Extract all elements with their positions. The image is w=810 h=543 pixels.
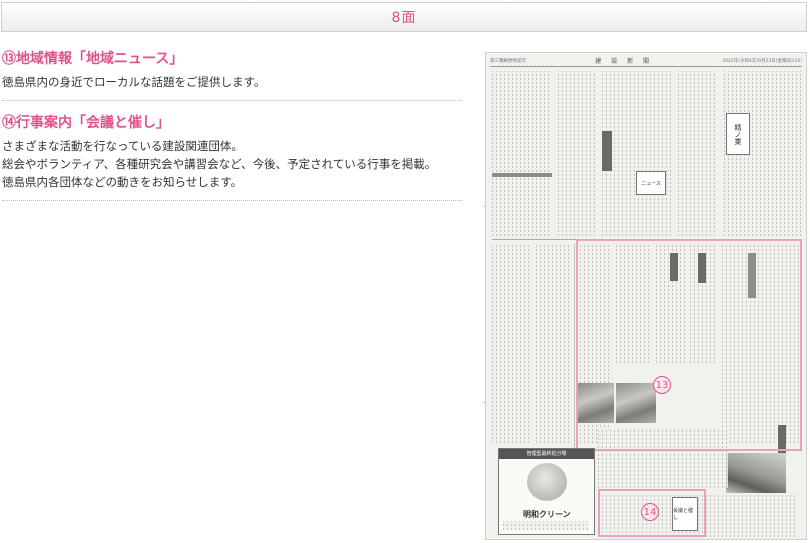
page-header-title: 8面 bbox=[391, 10, 417, 26]
section-text-line: 総会やボランティア、各種研究会や講習会など、今後、予定されている行事を掲載。 bbox=[2, 157, 437, 171]
article-text-block bbox=[492, 71, 552, 236]
article-text-block bbox=[602, 71, 672, 236]
news-photo bbox=[726, 453, 786, 493]
callout-14-badge: 14 bbox=[641, 503, 659, 521]
dotted-divider bbox=[2, 100, 462, 101]
masthead-left-text: 第三種郵便物認可 bbox=[490, 58, 526, 64]
section-regional-news: ⑬地域情報「地域ニュース」 徳島県内の身近でローカルな話題をご提供します。 bbox=[2, 50, 462, 91]
ad-mascot-icon bbox=[527, 463, 567, 501]
ad-contact-text bbox=[503, 521, 588, 530]
headline-bar bbox=[492, 173, 552, 177]
callout-13-badge: 13 bbox=[653, 376, 671, 394]
section-text-line: 徳島県内各団体などの動きをお知らせします。 bbox=[2, 175, 243, 189]
headline-bar bbox=[602, 131, 612, 171]
dotted-divider bbox=[2, 200, 462, 201]
masthead-name: 建 設 新 聞 bbox=[595, 58, 654, 65]
ad-heading: 管理型最終処分場 bbox=[499, 449, 594, 459]
section-title: ⑭行事案内「会議と催し」 bbox=[2, 115, 170, 131]
article-text-block bbox=[536, 243, 572, 443]
masthead-date: 2022年(令和4年)9月23日(金曜日)(10) bbox=[722, 58, 802, 64]
masthead-rule bbox=[490, 66, 802, 67]
highlight-regional-news bbox=[576, 239, 802, 451]
section-text-line: 徳島県内の身近でローカルな話題をご提供します。 bbox=[2, 75, 266, 89]
newspaper-page-thumbnail: 第三種郵便物認可 建 設 新 聞 2022年(令和4年)9月23日(金曜日)(1… bbox=[485, 52, 807, 540]
section-title: ⑬地域情報「地域ニュース」 bbox=[2, 51, 184, 67]
section-event-guide: ⑭行事案内「会議と催し」 さまざまな活動を行なっている建設関連団体。 総会やボラ… bbox=[2, 114, 462, 191]
article-text-block bbox=[558, 71, 596, 236]
event-box: 会議と催し bbox=[672, 497, 698, 531]
feature-box-2: ニュース bbox=[636, 171, 666, 195]
page-header-bar: 8面 bbox=[1, 2, 807, 32]
feature-box: 精ノ業 bbox=[726, 113, 750, 155]
section-text-line: さまざまな活動を行なっている建設関連団体。 bbox=[2, 139, 243, 153]
article-text-block bbox=[492, 243, 532, 443]
article-text-block bbox=[678, 71, 718, 236]
ad-company-name: 明和クリーン bbox=[523, 510, 571, 519]
newspaper-masthead: 第三種郵便物認可 建 設 新 聞 2022年(令和4年)9月23日(金曜日)(1… bbox=[490, 56, 802, 65]
advertisement-box: 管理型最終処分場 明和クリーン bbox=[498, 448, 595, 535]
